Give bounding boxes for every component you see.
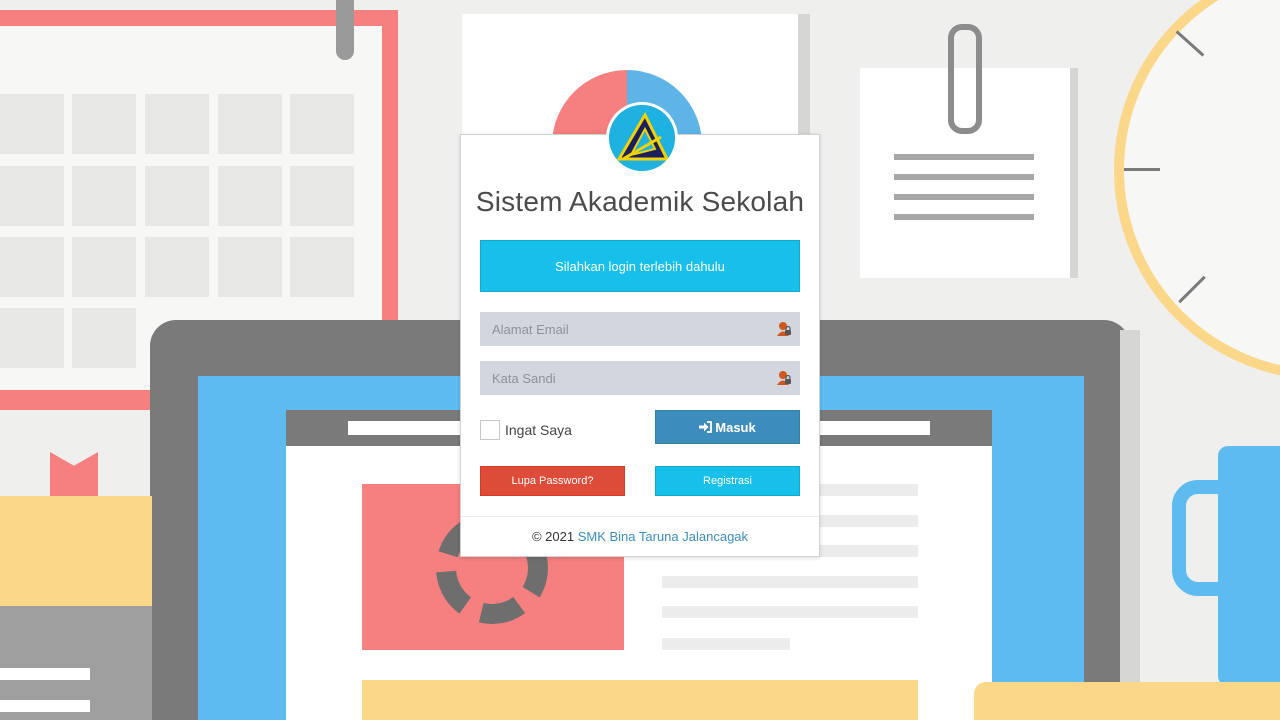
- logo-icon: [609, 105, 675, 171]
- password-field[interactable]: [480, 361, 800, 395]
- lock-icon: [776, 370, 792, 386]
- school-logo: [606, 102, 678, 174]
- forgot-password-button[interactable]: Lupa Password?: [480, 466, 625, 496]
- school-link[interactable]: SMK Bina Taruna Jalancagak: [578, 529, 748, 544]
- email-field[interactable]: [480, 312, 800, 346]
- remember-me[interactable]: Ingat Saya: [480, 420, 572, 440]
- clock-illustration: [1114, 0, 1280, 380]
- register-button[interactable]: Registrasi: [655, 466, 800, 496]
- remember-checkbox[interactable]: [480, 420, 500, 440]
- email-input[interactable]: [480, 312, 800, 346]
- password-input[interactable]: [480, 361, 800, 395]
- footer: © 2021 SMK Bina Taruna Jalancagak: [460, 529, 820, 544]
- book-illustration: [0, 496, 152, 608]
- card-divider: [461, 516, 819, 517]
- remember-label: Ingat Saya: [505, 422, 572, 438]
- login-alert: Silahkan login terlebih dahulu: [480, 240, 800, 292]
- login-button[interactable]: Masuk: [655, 410, 800, 444]
- copyright-text: © 2021: [531, 529, 575, 544]
- page-title: Sistem Akademik Sekolah: [475, 186, 805, 217]
- paperclip-illustration: [948, 24, 982, 134]
- sign-in-icon: [699, 421, 713, 433]
- user-lock-icon: [776, 321, 792, 337]
- login-button-label: Masuk: [715, 419, 756, 435]
